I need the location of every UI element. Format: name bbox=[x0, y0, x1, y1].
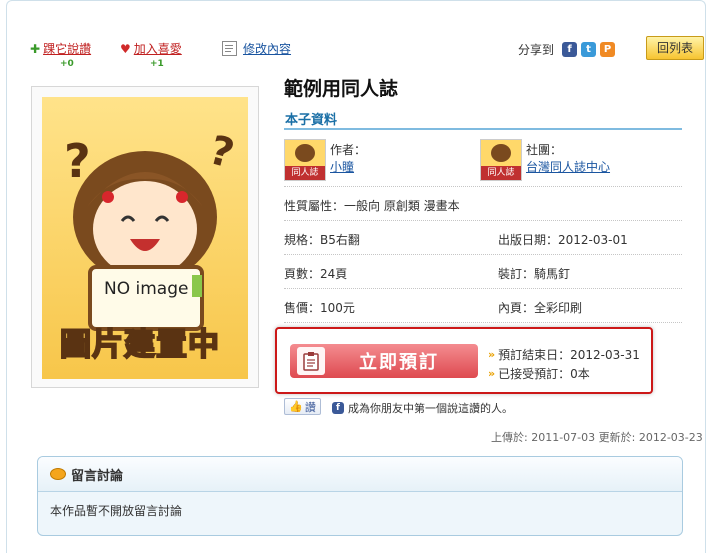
preorder-panel: 立即預訂 » 預訂結束日：2012-03-31 » 已接受預訂：0本 bbox=[275, 327, 653, 394]
comment-title: 留言討論 bbox=[71, 468, 124, 484]
circle-avatar[interactable]: 同人誌 bbox=[480, 139, 522, 181]
plurk-icon[interactable]: P bbox=[600, 42, 616, 57]
facebook-icon: f bbox=[332, 402, 344, 414]
author-label: 作者： bbox=[330, 143, 367, 157]
author-link[interactable]: 小瞳 bbox=[330, 158, 354, 175]
preorder-button-label: 立即預訂 bbox=[359, 352, 439, 373]
price-value: 售價：100元 bbox=[284, 301, 355, 315]
recommend-action[interactable]: ✚ 踝它說讚 bbox=[30, 40, 91, 57]
circle-link[interactable]: 台灣同人誌中心 bbox=[526, 158, 610, 175]
preorder-accepted-text: 已接受預訂：0本 bbox=[498, 367, 590, 381]
upload-update-dates: 上傳於: 2011-07-03 更新於: 2012-03-23 bbox=[491, 431, 703, 444]
edit-icon bbox=[222, 41, 237, 56]
row-divider bbox=[284, 254, 682, 255]
twitter-icon[interactable]: t bbox=[581, 42, 597, 57]
favorite-link[interactable]: 加入喜愛 bbox=[134, 40, 182, 57]
cover-caption: NO image bbox=[104, 279, 189, 299]
inner-value: 內頁：全彩印刷 bbox=[498, 301, 583, 315]
share-bar: 分享到 f t P bbox=[518, 41, 616, 58]
binding-value: 裝訂：騎馬釘 bbox=[498, 267, 571, 281]
favorite-action[interactable]: ♥ 加入喜愛 bbox=[120, 40, 182, 57]
circle-label: 社團： bbox=[526, 143, 563, 157]
author-avatar[interactable]: 同人誌 bbox=[284, 139, 326, 181]
share-label: 分享到 bbox=[518, 43, 555, 57]
book-title: 範例用同人誌 bbox=[284, 78, 399, 100]
double-arrow-icon: » bbox=[488, 348, 496, 361]
heart-icon: ♥ bbox=[120, 41, 131, 56]
edit-action[interactable]: 修改內容 bbox=[222, 40, 291, 57]
facebook-icon[interactable]: f bbox=[562, 42, 578, 57]
recommend-count: +0 bbox=[60, 59, 74, 69]
preorder-end-date-text: 預訂結束日：2012-03-31 bbox=[498, 348, 640, 362]
cover-placeholder: ? ? NO image 圖片建置中 bbox=[42, 97, 248, 379]
like-text-label: 成為你朋友中第一個說這讚的人。 bbox=[348, 402, 513, 415]
edit-link[interactable]: 修改內容 bbox=[243, 40, 291, 57]
favorite-count: +1 bbox=[150, 59, 164, 69]
thumbs-up-icon: 👍 bbox=[289, 400, 303, 413]
preorder-button[interactable]: 立即預訂 bbox=[290, 344, 478, 378]
preorder-accepted: » 已接受預訂：0本 bbox=[488, 365, 590, 382]
like-button-label: 讚 bbox=[304, 400, 316, 414]
comment-message: 本作品暫不開放留言討論 bbox=[38, 492, 682, 529]
comment-section: 留言討論 本作品暫不開放留言討論 bbox=[37, 456, 683, 536]
pages-value: 頁數：24頁 bbox=[284, 267, 348, 281]
row-divider bbox=[284, 288, 682, 289]
row-divider bbox=[284, 186, 682, 187]
facebook-like-button[interactable]: 👍 讚 bbox=[284, 398, 321, 415]
svg-text:?: ? bbox=[204, 127, 238, 177]
comment-header: 留言討論 bbox=[38, 457, 682, 492]
speech-bubble-icon bbox=[50, 468, 66, 480]
preorder-end-date: » 預訂結束日：2012-03-31 bbox=[488, 346, 640, 363]
section-divider bbox=[284, 128, 682, 130]
publish-date-value: 出版日期：2012-03-01 bbox=[498, 233, 628, 247]
double-arrow-icon: » bbox=[488, 367, 496, 380]
cover-banner: 圖片建置中 bbox=[59, 326, 220, 364]
recommend-link[interactable]: 踝它說讚 bbox=[43, 40, 91, 57]
attributes-value: 性質屬性：一般向 原創類 漫畫本 bbox=[284, 199, 460, 213]
like-text: f 成為你朋友中第一個說這讚的人。 bbox=[332, 400, 513, 416]
row-divider bbox=[284, 220, 682, 221]
cover-image: ? ? NO image 圖片建置中 bbox=[31, 86, 259, 388]
format-value: 規格：B5右翻 bbox=[284, 233, 360, 247]
clipboard-icon bbox=[297, 347, 325, 375]
plus-icon: ✚ bbox=[30, 41, 41, 56]
row-divider bbox=[284, 322, 682, 323]
section-title: 本子資料 bbox=[285, 113, 338, 128]
back-to-list-button[interactable]: 回列表 bbox=[646, 36, 704, 60]
